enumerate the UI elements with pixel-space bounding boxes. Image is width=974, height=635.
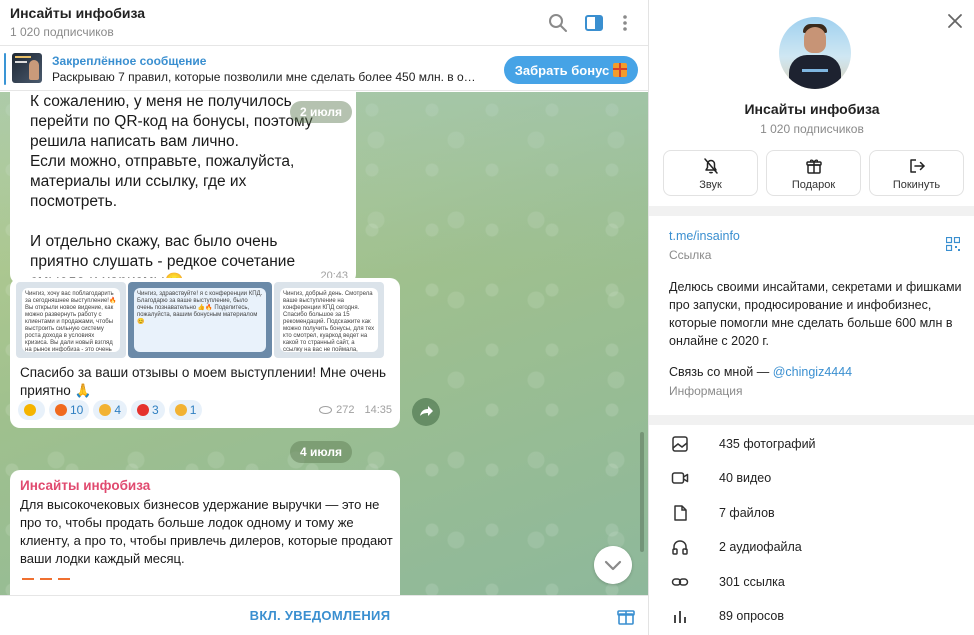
profile-subscribers: 1 020 подписчиков: [760, 122, 864, 136]
reaction-count: 10: [70, 403, 84, 417]
message-author[interactable]: Инсайты инфобиза: [20, 478, 150, 493]
review-screenshot[interactable]: Чингиз, добрый день. Смотрела ваше высту…: [274, 282, 384, 358]
channel-link[interactable]: t.me/insainfo: [669, 229, 740, 243]
gift-icon: [613, 63, 628, 77]
reaction-count: 4: [114, 403, 122, 417]
profile-name: Инсайты инфобиза: [744, 101, 880, 117]
screenshot-album[interactable]: Чингиз, хочу вас поблагодарить за сегодн…: [10, 278, 400, 362]
reaction-clap[interactable]: 1: [168, 400, 203, 420]
media-row-polls[interactable]: 89 опросов: [649, 599, 974, 633]
reaction-heart[interactable]: 3: [131, 400, 165, 420]
message-text: Для высокочековых бизнесов удержание выр…: [20, 497, 393, 566]
star-icon: [24, 404, 36, 416]
thumbs-up-icon: [99, 404, 112, 416]
review-screenshot[interactable]: Чингиз, хочу вас поблагодарить за сегодн…: [16, 282, 126, 358]
orange-dashes: [22, 578, 70, 580]
message-bubble[interactable]: Чингиз, хочу вас поблагодарить за сегодн…: [10, 278, 400, 428]
message-time: 14:35: [364, 404, 392, 416]
sidebar-toggle-icon[interactable]: [583, 12, 605, 34]
pinned-text: Раскрываю 7 правил, которые позволили мн…: [52, 70, 482, 84]
media-count-label: 40 видео: [719, 471, 772, 485]
media-count-label: 7 файлов: [719, 506, 775, 520]
media-row-videos[interactable]: 40 видео: [649, 461, 974, 495]
media-count-label: 435 фотографий: [719, 437, 816, 451]
pinned-indicator: [4, 53, 6, 85]
get-bonus-button[interactable]: Забрать бонус: [504, 56, 638, 84]
file-icon: [674, 505, 687, 521]
subscriber-count: 1 020 подписчиков: [10, 25, 114, 39]
reaction-count: 3: [152, 403, 159, 417]
gift-button[interactable]: Подарок: [766, 150, 861, 196]
mute-label: Звук: [699, 179, 722, 191]
date-separator: 2 июля: [290, 101, 352, 123]
message-caption: Спасибо за ваши отзывы о моем выступлени…: [20, 365, 387, 398]
leave-label: Покинуть: [892, 179, 941, 191]
gift-label: Подарок: [791, 179, 836, 191]
media-row-photos[interactable]: 435 фотографий: [649, 427, 974, 461]
media-count-label: 89 опросов: [719, 609, 784, 623]
review-text: Чингиз, добрый день. Смотрела ваше высту…: [280, 288, 378, 352]
message-bubble[interactable]: Инсайты инфобиза Для высокочековых бизне…: [10, 470, 400, 595]
profile-actions: Звук Подарок Покинуть: [663, 150, 964, 196]
contact-line: Связь со мной — @chingiz4444: [669, 365, 852, 379]
more-menu-icon[interactable]: [614, 12, 636, 34]
get-bonus-label: Забрать бонус: [514, 62, 610, 78]
pinned-thumbnail: [12, 53, 42, 83]
media-row-links[interactable]: 301 ссылка: [649, 565, 974, 599]
leave-button[interactable]: Покинуть: [869, 150, 964, 196]
contact-handle-link[interactable]: @chingiz4444: [773, 365, 852, 379]
photo-icon: [672, 436, 688, 452]
date-separator: 4 июля: [290, 441, 352, 463]
pinned-message-bar[interactable]: Закреплённое сообщение Раскрываю 7 прави…: [0, 47, 648, 91]
media-row-audio[interactable]: 2 аудиофайла: [649, 530, 974, 564]
video-icon: [671, 472, 689, 484]
reaction-star[interactable]: [18, 400, 45, 420]
link-label: Ссылка: [669, 248, 712, 262]
clap-icon: [174, 404, 187, 416]
gift-icon[interactable]: [616, 606, 636, 626]
share-icon[interactable]: [412, 398, 440, 426]
view-count: 272: [336, 404, 355, 416]
review-text: Чингиз, хочу вас поблагодарить за сегодн…: [22, 288, 120, 352]
media-count-label: 2 аудиофайла: [719, 540, 802, 554]
reaction-fire[interactable]: 10: [49, 400, 90, 420]
bell-off-icon: [704, 158, 718, 174]
heart-icon: [137, 404, 150, 416]
section-divider: [649, 206, 974, 216]
poll-icon: [674, 611, 686, 623]
fire-icon: [55, 404, 67, 416]
chat-column: Инсайты инфобиза 1 020 подписчиков Закре…: [0, 0, 648, 635]
channel-title[interactable]: Инсайты инфобиза: [10, 5, 145, 21]
mute-button[interactable]: Звук: [663, 150, 758, 196]
views-icon: [319, 406, 333, 414]
avatar[interactable]: [779, 17, 851, 89]
scroll-down-button[interactable]: [594, 546, 632, 584]
info-label: Информация: [669, 384, 743, 398]
headphones-icon: [672, 540, 688, 555]
chat-header[interactable]: Инсайты инфобиза 1 020 подписчиков: [0, 0, 648, 46]
review-screenshot[interactable]: Чингиз, здравствуйте! я с конференции КП…: [128, 282, 272, 358]
contact-prefix: Связь со мной —: [669, 365, 773, 379]
enable-notifications-button[interactable]: ВКЛ. УВЕДОМЛЕНИЯ: [200, 608, 440, 623]
search-icon[interactable]: [547, 12, 569, 34]
message-meta: 272 14:35: [319, 404, 392, 416]
scrollbar[interactable]: [640, 432, 644, 552]
link-icon: [671, 578, 689, 586]
close-icon[interactable]: [946, 12, 964, 30]
review-text: Чингиз, здравствуйте! я с конференции КП…: [134, 288, 266, 352]
media-row-files[interactable]: 7 файлов: [649, 496, 974, 530]
pinned-title: Закреплённое сообщение: [52, 54, 207, 68]
leave-icon: [910, 159, 925, 173]
reaction-count: 1: [189, 403, 197, 417]
media-count-label: 301 ссылка: [719, 575, 785, 589]
reaction-thumbs-up[interactable]: 4: [93, 400, 128, 420]
gift-icon: [806, 159, 822, 174]
channel-info-panel: Инсайты инфобиза 1 020 подписчиков Звук …: [648, 0, 974, 635]
bottom-bar: ВКЛ. УВЕДОМЛЕНИЯ: [0, 595, 648, 635]
reactions-row: 10 4 3 1: [18, 400, 203, 420]
qr-code-icon[interactable]: [946, 237, 960, 251]
channel-description: Делюсь своими инсайтами, секретами и фиш…: [669, 280, 962, 348]
message-feed[interactable]: К сожалению, у меня не получилось перейт…: [0, 92, 648, 595]
section-divider: [649, 415, 974, 425]
